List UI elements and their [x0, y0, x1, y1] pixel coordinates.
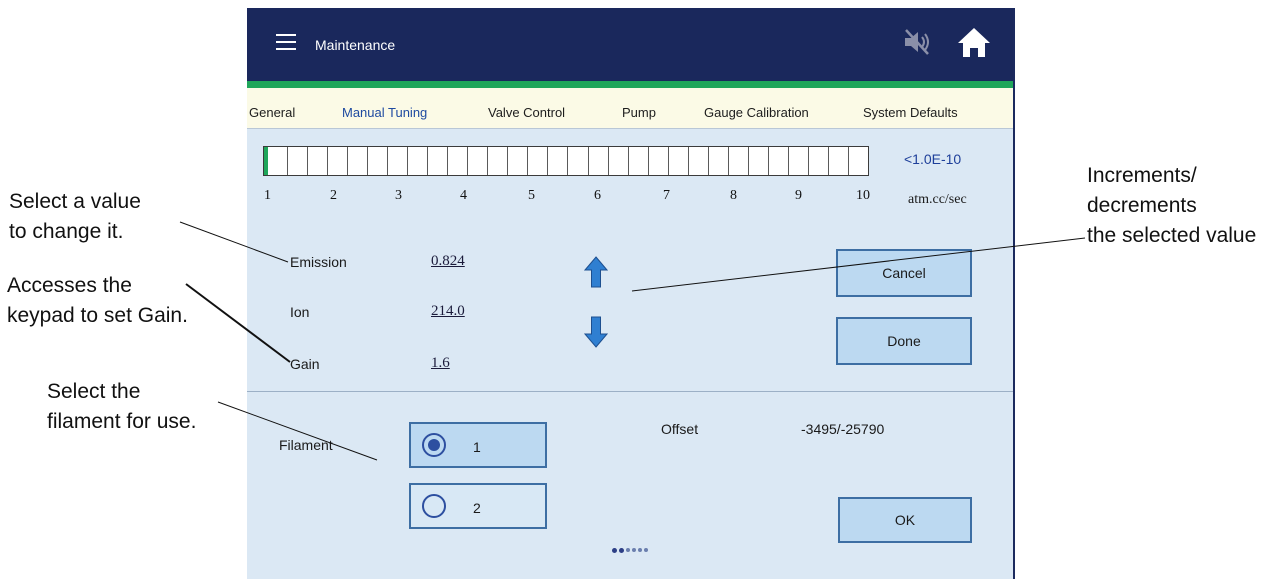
scale-tick: 1	[264, 188, 271, 203]
cancel-button-label: Cancel	[882, 265, 926, 281]
bargraph-segment	[827, 147, 848, 175]
leak-rate-unit: atm.cc/sec	[908, 192, 967, 207]
page-dot	[632, 548, 636, 552]
scale-tick: 5	[528, 188, 535, 203]
header-title: Maintenance	[315, 37, 396, 53]
leak-rate-value: <1.0E-10	[904, 151, 962, 167]
scale-tick: 10	[856, 188, 870, 203]
bargraph-segment	[307, 147, 327, 175]
bargraph-segment	[467, 147, 487, 175]
filament-option-label: 2	[473, 500, 481, 516]
cancel-button[interactable]: Cancel	[836, 249, 972, 297]
bargraph-segment	[427, 147, 447, 175]
offset-label: Offset	[661, 421, 699, 437]
bargraph-segment	[627, 147, 648, 175]
bargraph-segment	[507, 147, 527, 175]
bargraph-segment	[727, 147, 748, 175]
ok-button-label: OK	[894, 512, 916, 528]
bargraph-segment	[264, 147, 287, 175]
bargraph-segment	[407, 147, 427, 175]
bargraph-segment	[447, 147, 467, 175]
scale-tick: 6	[594, 188, 601, 203]
scale-tick: 8	[730, 188, 737, 203]
bargraph-segment	[647, 147, 668, 175]
leak-rate-bargraph	[263, 146, 869, 176]
filament-option-2[interactable]: 2	[409, 483, 547, 529]
scale-tick: 3	[395, 188, 402, 203]
bargraph-segment	[547, 147, 567, 175]
bargraph-segment	[367, 147, 387, 175]
page-indicator	[612, 548, 648, 553]
scale-tick: 2	[330, 188, 337, 203]
gain-value[interactable]: 1.6	[431, 355, 450, 372]
bargraph-segment	[287, 147, 307, 175]
scale-tick: 4	[460, 188, 467, 203]
app-header: Maintenance	[247, 8, 1013, 81]
bargraph-segment	[527, 147, 547, 175]
bargraph-segment	[787, 147, 808, 175]
filament-label: Filament	[279, 437, 333, 453]
tab-valve-control[interactable]: Valve Control	[488, 105, 565, 120]
callout-keypad: Accesses the keypad to set Gain.	[7, 274, 188, 327]
bargraph-segment	[567, 147, 587, 175]
menu-icon[interactable]	[276, 34, 296, 50]
bargraph-segment	[347, 147, 367, 175]
callout-filament: Select the filament for use.	[47, 380, 197, 433]
increment-arrow-icon[interactable]	[584, 256, 608, 288]
done-button-label: Done	[887, 333, 921, 349]
tab-pump[interactable]: Pump	[622, 105, 656, 120]
tab-system-defaults[interactable]: System Defaults	[863, 105, 958, 120]
gain-label: Gain	[290, 356, 320, 372]
decrement-arrow-icon[interactable]	[584, 316, 608, 348]
home-icon[interactable]	[957, 26, 991, 58]
bargraph-segment	[387, 147, 407, 175]
bargraph-segment	[747, 147, 768, 175]
page-dot	[638, 548, 642, 552]
tab-manual-tuning[interactable]: Manual Tuning	[342, 105, 427, 120]
scale-tick: 9	[795, 188, 802, 203]
bargraph-segment	[587, 147, 608, 175]
ion-value[interactable]: 214.0	[431, 303, 465, 320]
bargraph-segment	[487, 147, 507, 175]
ok-button[interactable]: OK	[838, 497, 972, 543]
bargraph-segment	[327, 147, 347, 175]
page-dot	[612, 548, 617, 553]
callout-select-value: Select a value to change it.	[9, 190, 141, 243]
page-dot	[644, 548, 648, 552]
tab-bar: General Manual Tuning Valve Control Pump…	[247, 88, 1013, 129]
bargraph-segment	[807, 147, 828, 175]
offset-value: -3495/-25790	[801, 421, 885, 437]
maintenance-screen: Maintenance General Manual Tuning Valve …	[247, 8, 1015, 579]
bargraph-segment	[607, 147, 628, 175]
tab-gauge-calibration[interactable]: Gauge Calibration	[704, 105, 809, 120]
emission-value[interactable]: 0.824	[431, 253, 465, 270]
page-dot	[626, 548, 630, 552]
status-accent-bar	[247, 81, 1013, 88]
radio-unselected-icon	[422, 494, 446, 518]
bargraph-segment	[767, 147, 788, 175]
done-button[interactable]: Done	[836, 317, 972, 365]
callout-increments: Increments/ decrements the selected valu…	[1087, 164, 1257, 247]
radio-selected-icon	[422, 433, 446, 457]
bargraph-segment	[667, 147, 688, 175]
speaker-muted-icon[interactable]	[901, 26, 933, 58]
filament-option-label: 1	[473, 439, 481, 455]
ion-label: Ion	[290, 304, 310, 320]
bargraph-segment	[707, 147, 728, 175]
bargraph-segment	[687, 147, 708, 175]
scale-tick: 7	[663, 188, 670, 203]
page-dot	[619, 548, 624, 553]
bargraph-segment	[847, 147, 868, 175]
emission-label: Emission	[290, 254, 347, 270]
tab-general[interactable]: General	[249, 105, 295, 120]
section-divider	[247, 391, 1013, 392]
filament-option-1[interactable]: 1	[409, 422, 547, 468]
